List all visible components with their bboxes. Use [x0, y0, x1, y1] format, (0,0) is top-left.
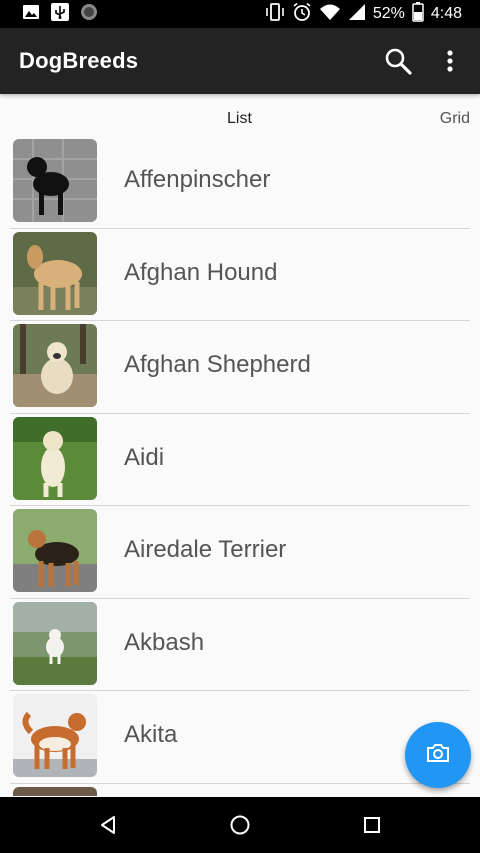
breed-name: Airedale Terrier: [124, 536, 287, 563]
breed-photo: [13, 324, 97, 407]
list-item[interactable]: Affenpinscher: [10, 136, 470, 229]
list-item[interactable]: Aidi: [10, 414, 470, 506]
breed-name: Affenpinscher: [124, 166, 271, 193]
status-time: 4:48: [430, 5, 462, 22]
breed-name: Afghan Hound: [124, 258, 278, 286]
usb-icon: [50, 2, 70, 27]
battery-icon: [412, 1, 424, 27]
breed-photo: [13, 694, 97, 777]
wifi-icon: [319, 3, 341, 26]
tab-list[interactable]: List: [227, 110, 252, 128]
battery-percent: 52%: [372, 5, 405, 22]
view-tabs: List Grid: [0, 94, 480, 136]
back-icon[interactable]: [94, 811, 122, 839]
breed-list: Affenpinscher Afghan Hound Afghan Shephe…: [10, 136, 470, 796]
circle-notification-icon: [80, 3, 98, 26]
breed-photo: [13, 601, 97, 685]
breed-name: Afghan Shepherd: [124, 351, 311, 378]
app-title: DogBreeds: [19, 48, 139, 73]
recents-icon[interactable]: [358, 811, 386, 839]
breed-name: Akbash: [124, 628, 205, 656]
navigation-bar: [0, 797, 480, 853]
list-item[interactable]: Afghan Hound: [10, 229, 470, 321]
search-icon[interactable]: [382, 45, 414, 77]
list-item[interactable]: Akita: [10, 691, 470, 784]
camera-button[interactable]: [405, 722, 471, 788]
list-item[interactable]: Afghan Shepherd: [10, 321, 470, 414]
breed-name: Aidi: [124, 443, 165, 471]
image-icon: [22, 3, 40, 26]
breed-photo: [13, 786, 97, 796]
breed-photo: [13, 231, 97, 315]
breed-photo: [13, 139, 97, 222]
breed-name: Akita: [124, 721, 178, 748]
status-bar: 52% 4:48: [0, 0, 480, 28]
breed-photo: [13, 509, 97, 592]
list-item[interactable]: Akbash: [10, 599, 470, 691]
tab-grid[interactable]: Grid: [440, 110, 470, 128]
camera-icon: [426, 743, 450, 768]
list-item[interactable]: Airedale Terrier: [10, 506, 470, 599]
list-item[interactable]: [10, 784, 470, 796]
breed-photo: [13, 416, 97, 500]
signal-icon: [348, 3, 366, 26]
app-bar: DogBreeds: [0, 28, 480, 94]
vibrate-icon: [265, 2, 285, 26]
alarm-icon: [292, 2, 312, 27]
home-icon[interactable]: [226, 811, 254, 839]
overflow-menu-icon[interactable]: [434, 45, 466, 77]
